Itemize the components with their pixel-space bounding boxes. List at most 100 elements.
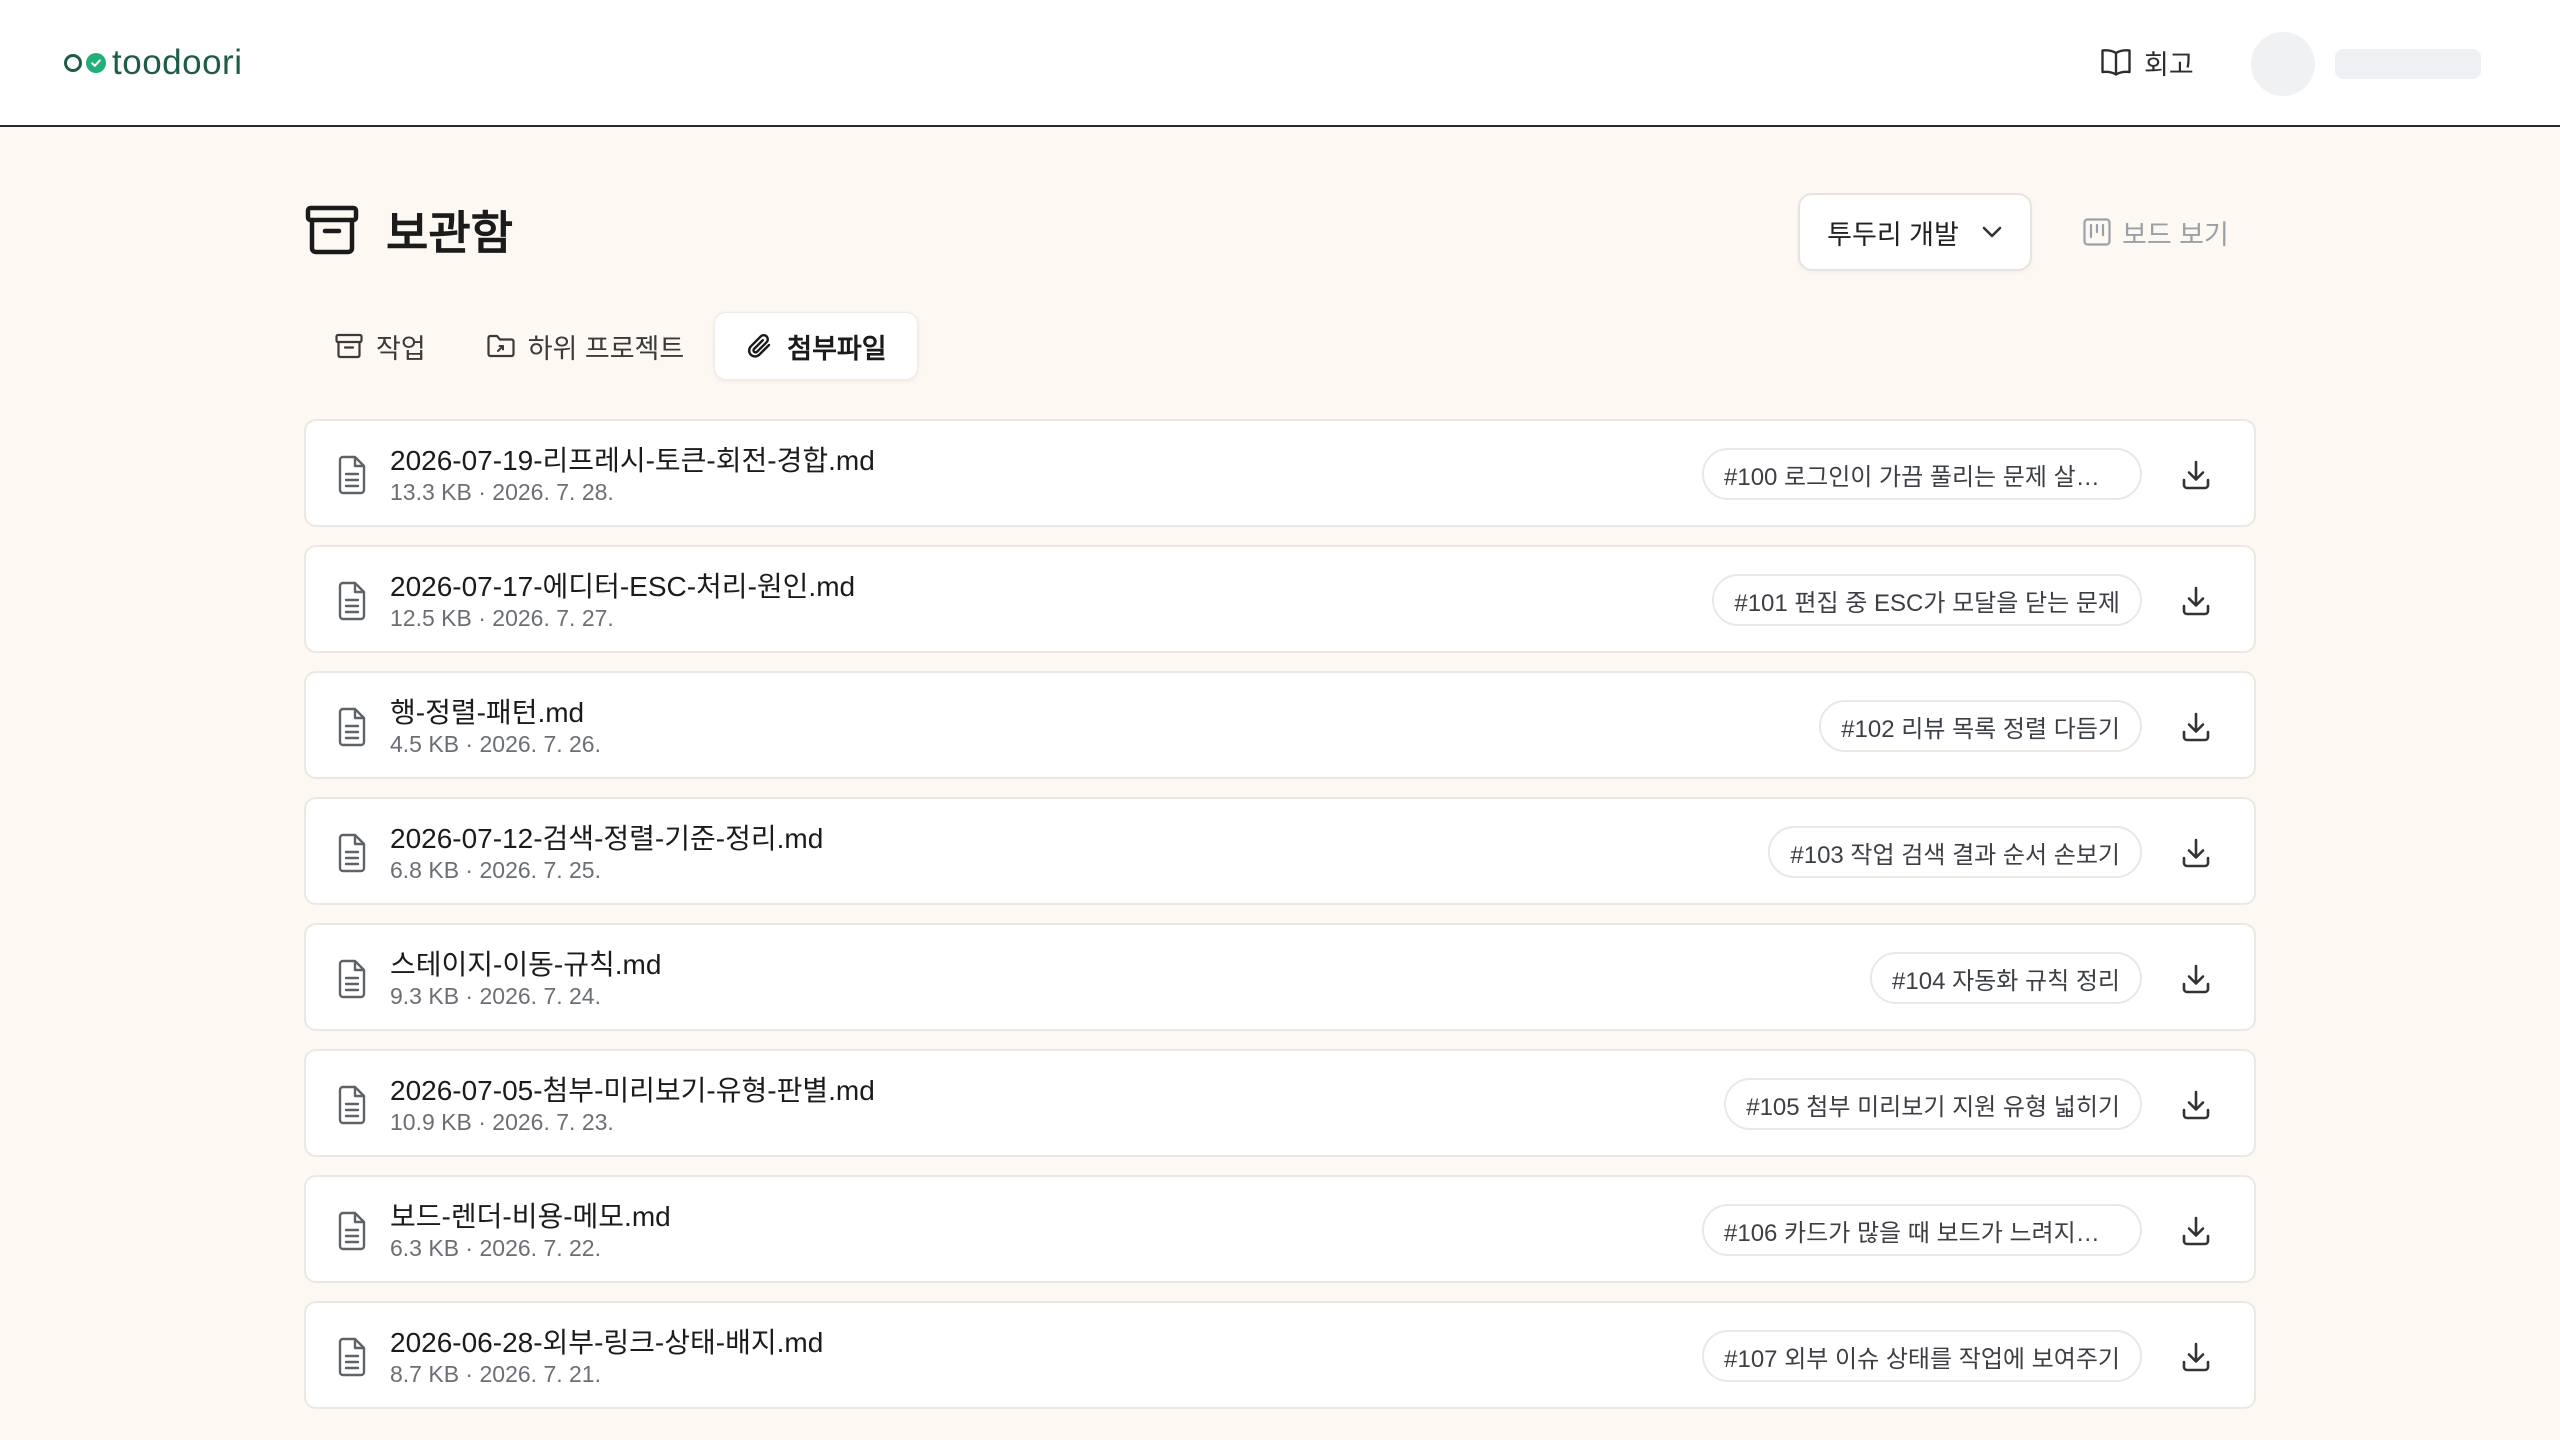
file-text-icon bbox=[338, 1085, 366, 1125]
file-size: 4.5 KB bbox=[390, 731, 460, 757]
page-heading: 보관함 bbox=[386, 207, 513, 259]
file-name: 2026-07-05-첨부-미리보기-유형-판별.md bbox=[390, 1075, 875, 1106]
download-icon bbox=[2182, 1216, 2210, 1246]
file-text-icon bbox=[338, 707, 366, 747]
retro-label: 회고 bbox=[2144, 49, 2194, 80]
file-name: 보드-렌더-비용-메모.md bbox=[390, 1201, 671, 1232]
attachment-row[interactable]: 행-정렬-패턴.md 4.5 KB · 2026. 7. 26. #102 리뷰… bbox=[304, 671, 2256, 779]
linked-task-chip[interactable]: #103 작업 검색 결과 순서 손보기 bbox=[1768, 826, 2142, 878]
book-icon bbox=[2101, 49, 2131, 76]
file-name: 2026-07-17-에디터-ESC-처리-원인.md bbox=[390, 571, 856, 602]
linked-task-label: #103 작업 검색 결과 순서 손보기 bbox=[1790, 841, 2120, 869]
linked-task-chip[interactable]: #104 자동화 규칙 정리 bbox=[1870, 952, 2142, 1004]
file-meta: 4.5 KB · 2026. 7. 26. bbox=[390, 731, 602, 757]
attachment-row[interactable]: 스테이지-이동-규칙.md 9.3 KB · 2026. 7. 24. #104… bbox=[304, 923, 2256, 1031]
file-date: 2026. 7. 23. bbox=[492, 1109, 614, 1135]
user-name-placeholder bbox=[2335, 49, 2481, 79]
linked-task-label: #106 카드가 많을 때 보드가 느려지는 문제 bbox=[1724, 1219, 2120, 1247]
linked-task-chip[interactable]: #100 로그인이 가끔 풀리는 문제 살펴보기 bbox=[1702, 448, 2142, 500]
folder-icon bbox=[487, 334, 515, 358]
file-date: 2026. 7. 25. bbox=[479, 857, 602, 883]
file-name: 행-정렬-패턴.md bbox=[390, 697, 585, 728]
linked-task-label: #104 자동화 규칙 정리 bbox=[1892, 967, 2120, 995]
kanban-icon bbox=[2083, 218, 2111, 246]
file-date: 2026. 7. 21. bbox=[479, 1361, 602, 1387]
file-size: 9.3 KB bbox=[390, 983, 460, 1009]
download-button[interactable] bbox=[2176, 455, 2216, 495]
file-size: 12.5 KB bbox=[390, 605, 472, 631]
attachment-row[interactable]: 보드-렌더-비용-메모.md 6.3 KB · 2026. 7. 22. #10… bbox=[304, 1175, 2256, 1283]
logo-check-icon bbox=[86, 53, 106, 73]
linked-task-label: #101 편집 중 ESC가 모달을 닫는 문제 bbox=[1734, 589, 2120, 617]
file-date: 2026. 7. 26. bbox=[479, 731, 602, 757]
retro-link[interactable]: 회고 bbox=[2100, 42, 2194, 82]
file-text-icon bbox=[338, 833, 366, 873]
attachment-row[interactable]: 2026-07-12-검색-정렬-기준-정리.md 6.8 KB · 2026.… bbox=[304, 797, 2256, 905]
tab-label: 첨부파일 bbox=[787, 333, 887, 364]
file-text-icon bbox=[338, 455, 366, 495]
avatar[interactable] bbox=[2251, 32, 2315, 96]
linked-task-label: #102 리뷰 목록 정렬 다듬기 bbox=[1841, 715, 2120, 743]
linked-task-label: #100 로그인이 가끔 풀리는 문제 살펴보기 bbox=[1724, 463, 2120, 491]
archive-tabs: 작업 하위 프로젝트 첨부파일 bbox=[304, 310, 918, 382]
file-meta: 10.9 KB · 2026. 7. 23. bbox=[390, 1109, 614, 1135]
tab-label: 작업 bbox=[376, 333, 426, 364]
linked-task-chip[interactable]: #106 카드가 많을 때 보드가 느려지는 문제 bbox=[1702, 1204, 2142, 1256]
download-icon bbox=[2182, 712, 2210, 742]
logo-mark bbox=[64, 53, 106, 73]
file-meta: 6.3 KB · 2026. 7. 22. bbox=[390, 1235, 602, 1261]
download-icon bbox=[2182, 1090, 2210, 1120]
download-icon bbox=[2182, 838, 2210, 868]
tab-attachments[interactable]: 첨부파일 bbox=[714, 312, 918, 380]
tab-label: 하위 프로젝트 bbox=[527, 333, 685, 364]
download-button[interactable] bbox=[2176, 1085, 2216, 1125]
file-name: 2026-07-12-검색-정렬-기준-정리.md bbox=[390, 823, 824, 854]
file-size: 6.3 KB bbox=[390, 1235, 460, 1261]
file-date: 2026. 7. 22. bbox=[479, 1235, 602, 1261]
file-text-icon bbox=[338, 1211, 366, 1251]
attachment-row[interactable]: 2026-07-19-리프레시-토큰-회전-경합.md 13.3 KB · 20… bbox=[304, 419, 2256, 527]
file-name: 스테이지-이동-규칙.md bbox=[390, 949, 662, 980]
download-icon bbox=[2182, 460, 2210, 490]
tab-subprojects[interactable]: 하위 프로젝트 bbox=[456, 312, 715, 380]
linked-task-label: #105 첨부 미리보기 지원 유형 넓히기 bbox=[1746, 1093, 2120, 1121]
logo[interactable]: toodoori bbox=[64, 38, 242, 88]
attachment-row[interactable]: 2026-06-28-외부-링크-상태-배지.md 8.7 KB · 2026.… bbox=[304, 1301, 2256, 1409]
linked-task-chip[interactable]: #102 리뷰 목록 정렬 다듬기 bbox=[1819, 700, 2142, 752]
download-icon bbox=[2182, 1342, 2210, 1372]
linked-task-label: #107 외부 이슈 상태를 작업에 보여주기 bbox=[1724, 1345, 2120, 1373]
download-button[interactable] bbox=[2176, 959, 2216, 999]
file-size: 10.9 KB bbox=[390, 1109, 472, 1135]
tab-tasks[interactable]: 작업 bbox=[304, 312, 456, 380]
attachment-row[interactable]: 2026-07-17-에디터-ESC-처리-원인.md 12.5 KB · 20… bbox=[304, 545, 2256, 653]
top-nav: toodoori 회고 bbox=[0, 0, 2560, 127]
download-button[interactable] bbox=[2176, 1211, 2216, 1251]
file-size: 8.7 KB bbox=[390, 1361, 460, 1387]
linked-task-chip[interactable]: #105 첨부 미리보기 지원 유형 넓히기 bbox=[1724, 1078, 2142, 1130]
file-size: 13.3 KB bbox=[390, 479, 472, 505]
linked-task-chip[interactable]: #107 외부 이슈 상태를 작업에 보여주기 bbox=[1702, 1330, 2142, 1382]
board-view-button[interactable]: 보드 보기 bbox=[2082, 212, 2229, 252]
file-meta: 8.7 KB · 2026. 7. 21. bbox=[390, 1361, 602, 1387]
attachment-row[interactable]: 2026-07-05-첨부-미리보기-유형-판별.md 10.9 KB · 20… bbox=[304, 1049, 2256, 1157]
download-button[interactable] bbox=[2176, 1337, 2216, 1377]
file-text-icon bbox=[338, 581, 366, 621]
archive-icon bbox=[335, 333, 363, 359]
chevron-down-icon bbox=[1982, 226, 2002, 238]
download-button[interactable] bbox=[2176, 707, 2216, 747]
file-name: 2026-06-28-외부-링크-상태-배지.md bbox=[390, 1327, 824, 1358]
file-meta: 12.5 KB · 2026. 7. 27. bbox=[390, 605, 614, 631]
file-date: 2026. 7. 27. bbox=[492, 605, 614, 631]
download-icon bbox=[2182, 586, 2210, 616]
download-icon bbox=[2182, 964, 2210, 994]
linked-task-chip[interactable]: #101 편집 중 ESC가 모달을 닫는 문제 bbox=[1712, 574, 2142, 626]
file-name: 2026-07-19-리프레시-토큰-회전-경합.md bbox=[390, 445, 875, 476]
project-select-value: 투두리 개발 bbox=[1827, 219, 1959, 250]
project-select[interactable]: 투두리 개발 bbox=[1798, 193, 2032, 271]
download-button[interactable] bbox=[2176, 833, 2216, 873]
logo-o-icon bbox=[64, 54, 82, 72]
file-meta: 6.8 KB · 2026. 7. 25. bbox=[390, 857, 602, 883]
file-meta: 13.3 KB · 2026. 7. 28. bbox=[390, 479, 614, 505]
file-text-icon bbox=[338, 1337, 366, 1377]
download-button[interactable] bbox=[2176, 581, 2216, 621]
